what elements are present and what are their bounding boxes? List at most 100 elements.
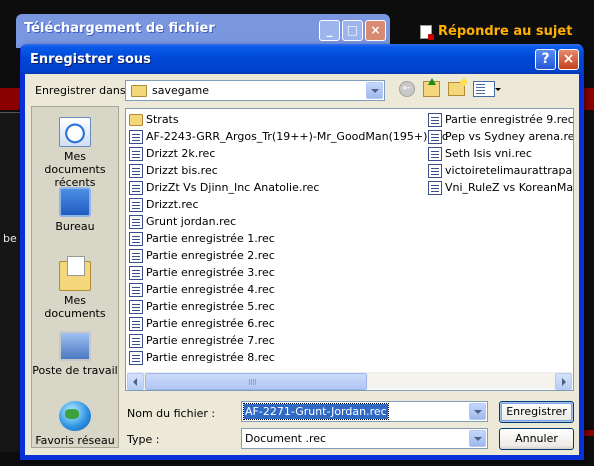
rec-file-icon — [129, 350, 143, 365]
file-item[interactable]: Drizzt bis.rec — [129, 162, 218, 179]
file-item[interactable]: Partie enregistrée 4.rec — [129, 281, 275, 298]
rec-file-icon — [129, 146, 143, 161]
rec-file-icon — [428, 112, 442, 127]
horizontal-scrollbar[interactable] — [127, 372, 572, 390]
new-folder-icon[interactable] — [448, 82, 465, 96]
type-dropdown[interactable]: Document .rec — [241, 428, 488, 449]
file-item[interactable]: Drizzt.rec — [129, 196, 199, 213]
place-label: Mes documents — [44, 294, 106, 320]
dialog-titlebar[interactable]: Enregistrer sous ? × — [21, 44, 583, 74]
filename-label: Nom du fichier : — [127, 407, 216, 420]
reply-topic-link[interactable]: Répondre au sujet — [420, 24, 573, 40]
rec-file-icon — [428, 129, 442, 144]
place-label: Mes documents récents — [44, 150, 106, 189]
rec-file-icon — [428, 146, 442, 161]
file-item[interactable]: DrizZt Vs Djinn_Inc Anatolie.rec — [129, 179, 319, 196]
file-item[interactable]: Pep vs Sydney arena.rec — [428, 128, 574, 145]
file-item[interactable]: Partie enregistrée 3.rec — [129, 264, 275, 281]
place-label: Favoris réseau — [35, 434, 115, 447]
file-item[interactable]: Partie enregistrée 7.rec — [129, 332, 275, 349]
file-item[interactable]: Grunt jordan.rec — [129, 213, 236, 230]
file-item[interactable]: Partie enregistrée 8.rec — [129, 349, 275, 366]
file-list[interactable]: Strats AF-2243-GRR_Argos_Tr(19++)-Mr_Goo… — [125, 108, 574, 391]
view-menu-icon[interactable] — [473, 81, 501, 97]
chevron-down-icon[interactable] — [366, 82, 383, 99]
help-button[interactable]: ? — [535, 49, 556, 70]
scroll-right-icon[interactable] — [555, 373, 572, 390]
file-name: Drizzt.rec — [146, 198, 199, 211]
chevron-down-icon[interactable] — [469, 403, 486, 420]
file-name: Pep vs Sydney arena.rec — [445, 130, 574, 143]
rec-file-icon — [129, 248, 143, 263]
recent-documents-icon — [59, 117, 91, 147]
rec-file-icon — [129, 163, 143, 178]
file-name: Partie enregistrée 6.rec — [146, 317, 275, 330]
file-item[interactable]: Vni_RuleZ vs KoreanMachin — [428, 179, 574, 196]
file-name: Partie enregistrée 9.rec — [445, 113, 574, 126]
file-name: Partie enregistrée 1.rec — [146, 232, 275, 245]
file-name: DrizZt Vs Djinn_Inc Anatolie.rec — [146, 181, 320, 194]
network-places-icon — [59, 401, 91, 431]
file-name: Vni_RuleZ vs KoreanMachin — [445, 181, 574, 194]
file-name: Drizzt bis.rec — [146, 164, 218, 177]
my-computer-icon — [59, 331, 91, 361]
file-name: Partie enregistrée 8.rec — [146, 351, 275, 364]
folder-icon — [131, 85, 147, 97]
window-close-button[interactable]: × — [365, 20, 386, 41]
file-item[interactable]: AF-2243-GRR_Argos_Tr(19++)-Mr_GoodMan(19… — [129, 128, 448, 145]
type-value: Document .rec — [245, 432, 327, 445]
file-item[interactable]: Partie enregistrée 1.rec — [129, 230, 275, 247]
place-my-computer[interactable]: Poste de travail — [32, 331, 118, 377]
scroll-left-icon[interactable] — [127, 373, 144, 390]
rec-file-icon — [428, 180, 442, 195]
back-arrow-icon[interactable]: ← — [399, 81, 415, 97]
file-name: Partie enregistrée 4.rec — [146, 283, 275, 296]
up-folder-icon[interactable] — [423, 78, 440, 97]
rec-file-icon — [129, 214, 143, 229]
rec-file-icon — [129, 333, 143, 348]
upload-window-titlebar: Téléchargement de fichier _ □ × — [16, 14, 390, 48]
file-item[interactable]: Partie enregistrée 5.rec — [129, 298, 275, 315]
folder-item[interactable]: Strats — [129, 111, 179, 128]
rec-file-icon — [129, 265, 143, 280]
file-item[interactable]: Partie enregistrée 9.rec — [428, 111, 574, 128]
file-item[interactable]: Partie enregistrée 6.rec — [129, 315, 275, 332]
filename-input[interactable]: AF-2271-Grunt-Jordan.rec — [243, 403, 389, 420]
cancel-button[interactable]: Annuler — [499, 428, 574, 450]
reply-topic-label: Répondre au sujet — [438, 24, 573, 39]
location-dropdown[interactable]: savegame — [125, 80, 385, 101]
maximize-button[interactable]: □ — [342, 20, 363, 41]
file-item[interactable]: Partie enregistrée 2.rec — [129, 247, 275, 264]
rec-file-icon — [129, 231, 143, 246]
rec-file-icon — [129, 180, 143, 195]
file-item[interactable]: Drizzt 2k.rec — [129, 145, 215, 162]
places-bar: Mes documents récents Bureau Mes documen… — [31, 106, 119, 448]
scrollbar-thumb[interactable] — [145, 373, 367, 390]
place-label: Poste de travail — [32, 364, 118, 377]
rec-file-icon — [129, 129, 143, 144]
file-name: Partie enregistrée 3.rec — [146, 266, 275, 279]
file-name: Partie enregistrée 5.rec — [146, 300, 275, 313]
file-item[interactable]: victoiretelimaurattrapage.r — [428, 162, 573, 179]
folder-icon — [129, 113, 143, 126]
chevron-down-icon[interactable] — [469, 430, 486, 447]
file-name: Grunt jordan.rec — [146, 215, 237, 228]
location-value: savegame — [152, 84, 209, 97]
upload-window-title: Téléchargement de fichier — [24, 21, 215, 36]
dialog-close-button[interactable]: × — [558, 49, 579, 70]
place-recent-documents[interactable]: Mes documents récents — [32, 117, 118, 189]
page-edge-text: be — [3, 232, 17, 245]
save-button[interactable]: Enregistrer — [499, 401, 574, 423]
file-name: Seth Isis vni.rec — [445, 147, 532, 160]
file-name: victoiretelimaurattrapage.r — [445, 164, 573, 177]
file-name: Drizzt 2k.rec — [146, 147, 216, 160]
desktop-icon — [59, 187, 91, 217]
minimize-button[interactable]: _ — [319, 20, 340, 41]
place-my-documents[interactable]: Mes documents — [32, 256, 118, 320]
filename-field[interactable]: AF-2271-Grunt-Jordan.rec — [241, 401, 488, 422]
file-item[interactable]: Seth Isis vni.rec — [428, 145, 532, 162]
dialog-border — [21, 455, 583, 459]
file-name: Partie enregistrée 7.rec — [146, 334, 275, 347]
place-desktop[interactable]: Bureau — [32, 187, 118, 233]
place-network[interactable]: Favoris réseau — [32, 401, 118, 447]
